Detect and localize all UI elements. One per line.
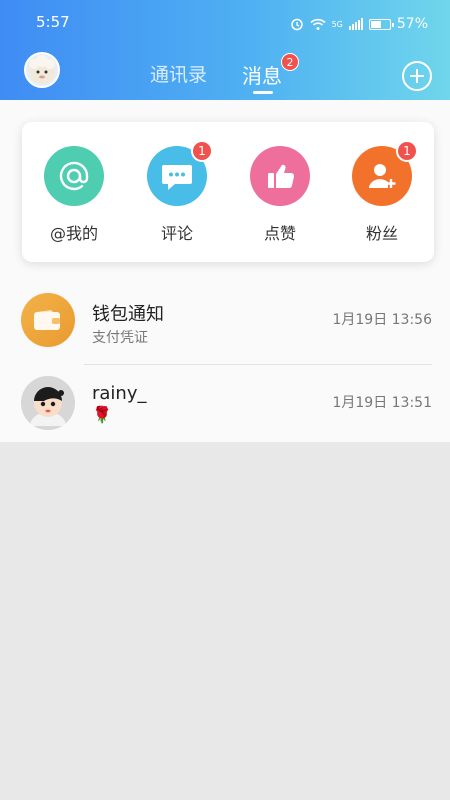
add-user-icon: 1 (352, 140, 418, 206)
add-button[interactable] (402, 61, 432, 91)
status-time: 5:57 (36, 13, 70, 31)
message-content: @我的 1 评论 点赞 1 粉丝 钱包通知 支付凭证 1月19日 13:56 r… (0, 100, 450, 442)
my-avatar[interactable] (24, 52, 60, 88)
conversation-name: rainy_ (92, 383, 147, 404)
comment-icon: 1 (147, 140, 213, 206)
quick-action-comments[interactable]: 1 评论 (147, 140, 213, 244)
status-bar: 5:57 5G 57% (0, 0, 450, 50)
quick-action-label: 点赞 (263, 224, 296, 243)
conversation-preview: 支付凭证 (92, 330, 148, 346)
user-avatar (21, 376, 75, 430)
quick-action-label: @我的 (49, 224, 98, 243)
active-tab-indicator (253, 91, 273, 94)
tab-messages[interactable]: 消息 (242, 60, 282, 89)
network-label: 5G (331, 19, 343, 29)
messages-badge: 2 (281, 53, 299, 71)
alarm-icon (290, 17, 304, 31)
quick-actions-card: @我的 1 评论 点赞 1 粉丝 (22, 122, 434, 262)
wallet-icon (21, 293, 75, 347)
app-header: 5:57 5G 57% 通讯录 消息 2 (0, 0, 450, 100)
fans-badge: 1 (396, 140, 418, 162)
quick-action-label: 粉丝 (365, 224, 398, 243)
thumbs-up-icon (250, 146, 310, 206)
conversation-name: 钱包通知 (92, 304, 164, 325)
conversation-preview: 🌹 (92, 405, 112, 424)
list-divider (84, 364, 432, 365)
quick-action-mentions[interactable]: @我的 (44, 146, 104, 244)
quick-action-likes[interactable]: 点赞 (250, 146, 310, 244)
comments-badge: 1 (191, 140, 213, 162)
conversation-time: 1月19日 13:51 (332, 395, 432, 411)
conversation-item-wallet[interactable]: 钱包通知 支付凭证 1月19日 13:56 (0, 282, 450, 358)
conversation-time: 1月19日 13:56 (332, 312, 432, 328)
wifi-icon (310, 18, 326, 31)
battery-percent: 57% (396, 16, 428, 32)
tab-contacts[interactable]: 通讯录 (150, 60, 207, 87)
quick-action-fans[interactable]: 1 粉丝 (352, 140, 418, 244)
battery-fill (370, 20, 381, 28)
status-icons: 5G 57% (290, 16, 428, 32)
at-icon (44, 146, 104, 206)
sheep-avatar-icon (29, 55, 55, 84)
battery-icon (368, 18, 394, 30)
conversation-item-rainy[interactable]: rainy_ 🌹 1月19日 13:51 (0, 366, 450, 442)
plus-icon (410, 69, 424, 83)
signal-icon (348, 18, 363, 30)
quick-action-label: 评论 (160, 224, 193, 243)
